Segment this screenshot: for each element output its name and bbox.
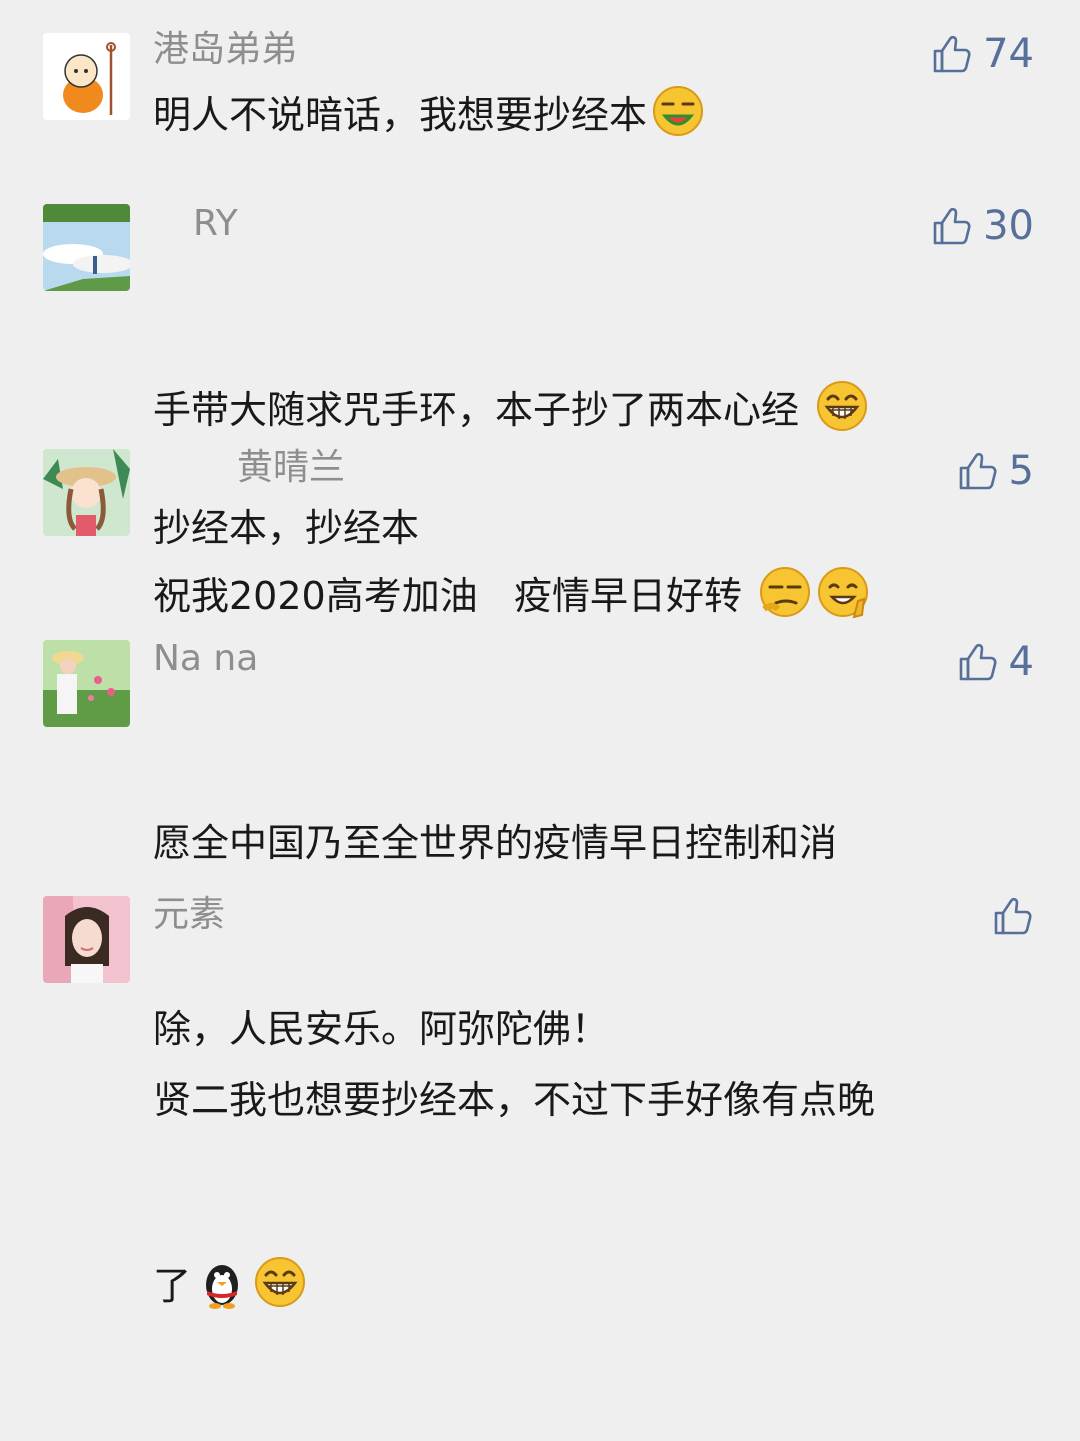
comment-text: 明人不说暗话，我想要抄经本 xyxy=(153,84,1013,146)
like-count: 74 xyxy=(983,31,1034,77)
like-button[interactable]: 74 xyxy=(931,32,1034,76)
thumbs-up-icon xyxy=(931,33,973,75)
commenter-name[interactable]: 元素 xyxy=(153,893,225,937)
comment-text: 贤二我也想要抄经本，不过下手好像有点晚 了 xyxy=(153,945,1013,1441)
like-count: 5 xyxy=(1008,448,1034,494)
thumbs-up-icon xyxy=(957,641,999,683)
victory-emoji-icon xyxy=(816,565,870,619)
watermelon-emoji-icon xyxy=(651,84,705,138)
grin-emoji-icon xyxy=(253,1255,307,1309)
commenter-name[interactable]: RY xyxy=(193,202,238,246)
avatar[interactable] xyxy=(43,33,130,120)
like-count: 4 xyxy=(1008,639,1034,685)
thumbs-up-icon xyxy=(992,895,1034,937)
like-button[interactable]: 4 xyxy=(957,640,1034,684)
grin-emoji-icon xyxy=(815,379,869,433)
commenter-name[interactable]: 黄晴兰 xyxy=(237,446,345,490)
avatar[interactable] xyxy=(43,896,130,983)
comment-line: 了 xyxy=(153,1264,192,1308)
avatar[interactable] xyxy=(43,204,130,291)
like-count: 30 xyxy=(983,203,1034,249)
comment-line: 明人不说暗话，我想要抄经本 xyxy=(153,93,648,137)
like-button[interactable] xyxy=(992,895,1034,937)
comment-line: 抄经本，抄经本 xyxy=(153,506,420,550)
thumbs-up-icon xyxy=(957,450,999,492)
thumbs-up-icon xyxy=(931,205,973,247)
smirk-emoji-icon xyxy=(758,565,812,619)
commenter-name[interactable]: Na na xyxy=(153,637,258,681)
penguin-emoji-icon xyxy=(195,1255,249,1309)
like-button[interactable]: 30 xyxy=(931,204,1034,248)
comment-line: 贤二我也想要抄经本，不过下手好像有点晚 xyxy=(153,1078,876,1122)
avatar[interactable] xyxy=(43,640,130,727)
comment-text: 抄经本，抄经本 xyxy=(153,497,1013,559)
commenter-name[interactable]: 港岛弟弟 xyxy=(153,28,297,72)
comment-line: 祝我2020高考加油 疫情早日好转 xyxy=(153,574,742,618)
comment-line: 手带大随求咒手环，本子抄了两本心经 xyxy=(153,388,800,432)
comment-line: 愿全中国乃至全世界的疫情早日控制和消 xyxy=(153,821,838,865)
avatar[interactable] xyxy=(43,449,130,536)
like-button[interactable]: 5 xyxy=(957,449,1034,493)
